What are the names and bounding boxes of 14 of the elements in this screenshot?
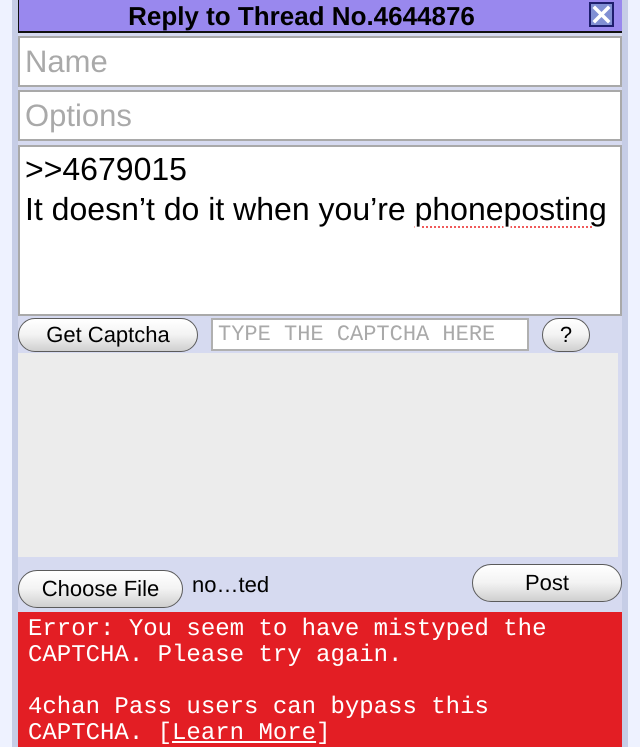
learn-more-link[interactable]: Learn More bbox=[172, 720, 316, 747]
pass-note: 4chan Pass users can bypass this CAPTCHA. [Learn More] bbox=[28, 695, 490, 747]
get-captcha-button[interactable]: Get Captcha bbox=[18, 318, 198, 352]
message-field[interactable]: >>4679015 It doesn’t do it when you’re phoneposting bbox=[18, 145, 622, 316]
file-status: no…ted bbox=[192, 571, 270, 599]
window-title: Reply to Thread No.4644876 bbox=[128, 0, 475, 30]
close-icon[interactable] bbox=[589, 2, 614, 27]
captcha-field[interactable]: TYPE THE CAPTCHA HERE bbox=[211, 318, 529, 351]
text-field[interactable]: Options bbox=[18, 90, 622, 141]
choose-file-button[interactable]: Choose File bbox=[18, 570, 183, 608]
error-message: Error: You seem to have mistyped the CAPTCHA. Please try again. bbox=[28, 617, 548, 669]
text-field[interactable]: Name bbox=[18, 36, 622, 87]
help-button[interactable]: ? bbox=[542, 318, 590, 352]
post-button[interactable]: Post bbox=[472, 564, 622, 602]
